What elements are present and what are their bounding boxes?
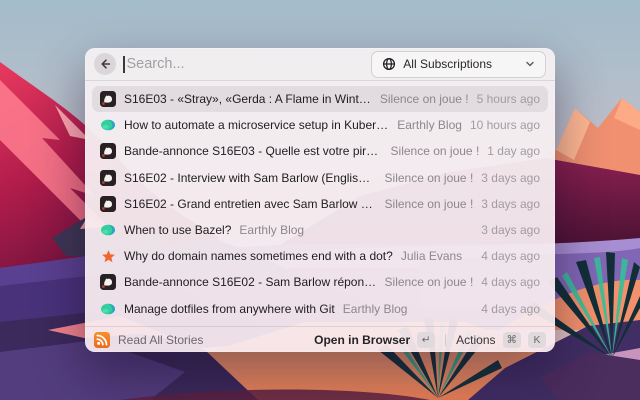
command-title: Read All Stories bbox=[118, 332, 204, 347]
rss-icon bbox=[94, 331, 110, 348]
earthly-favicon bbox=[100, 222, 116, 238]
subscriptions-dropdown[interactable]: All Subscriptions bbox=[371, 50, 546, 78]
story-list: S16E03 - «Stray», «Gerda : A Flame in Wi… bbox=[85, 81, 555, 326]
story-source: Earthly Blog bbox=[397, 118, 462, 133]
story-title: When to use Bazel? bbox=[124, 223, 232, 238]
footer-bar: Read All Stories Open in Browser ↵ Actio… bbox=[85, 326, 555, 352]
list-item[interactable]: S16E02 - Grand entretien avec Sam Barlow… bbox=[92, 191, 548, 217]
story-time: 5 hours ago bbox=[476, 92, 540, 107]
search-input[interactable] bbox=[124, 56, 372, 72]
story-title: Manage dotfiles from anywhere with Git bbox=[124, 301, 335, 316]
story-title: How to automate a microservice setup in … bbox=[124, 118, 390, 133]
story-source: Earthly Blog bbox=[239, 223, 305, 238]
star-icon bbox=[100, 248, 116, 264]
story-title: S16E02 - Grand entretien avec Sam Barlow… bbox=[124, 196, 377, 211]
back-button[interactable] bbox=[94, 53, 116, 75]
story-title: Bande-annonce S16E03 - Quelle est votre … bbox=[124, 144, 383, 159]
return-key-badge: ↵ bbox=[417, 331, 436, 348]
story-source: Silence on joue ! bbox=[390, 144, 480, 159]
open-in-browser-button[interactable]: Open in Browser ↵ bbox=[314, 331, 436, 348]
silence-on-joue-favicon bbox=[100, 169, 116, 186]
open-in-browser-label: Open in Browser bbox=[314, 332, 411, 347]
story-source: Silence on joue ! bbox=[384, 196, 474, 211]
silence-on-joue-favicon bbox=[100, 195, 116, 212]
earthly-favicon bbox=[100, 117, 116, 133]
story-title: Why do domain names sometimes end with a… bbox=[124, 249, 393, 264]
search-bar: All Subscriptions bbox=[85, 48, 555, 81]
silence-on-joue-favicon bbox=[100, 143, 116, 160]
rss-search-window: All Subscriptions S16E03 - «Stray», «Ger… bbox=[85, 48, 555, 352]
story-source: Silence on joue ! bbox=[379, 92, 469, 107]
k-key-badge: K bbox=[528, 331, 546, 348]
list-item[interactable]: Why do domain names sometimes end with a… bbox=[92, 243, 548, 269]
chevron-down-icon bbox=[526, 61, 534, 67]
list-item[interactable]: Bande-annonce S16E03 - Quelle est votre … bbox=[92, 138, 548, 164]
story-source: Julia Evans bbox=[400, 249, 463, 264]
story-title: Bande-annonce S16E02 - Sam Barlow répond… bbox=[124, 275, 377, 290]
story-time: 3 days ago bbox=[481, 223, 540, 238]
globe-icon bbox=[383, 57, 396, 71]
story-source: Silence on joue ! bbox=[384, 275, 474, 290]
silence-on-joue-favicon bbox=[100, 274, 116, 291]
story-time: 1 day ago bbox=[487, 144, 540, 159]
list-item[interactable]: How to automate a microservice setup in … bbox=[92, 112, 548, 138]
story-time: 3 days ago bbox=[481, 196, 540, 211]
story-source: Earthly Blog bbox=[342, 301, 408, 316]
list-item[interactable]: Bande-annonce S16E02 - Sam Barlow répond… bbox=[92, 269, 548, 295]
actions-button[interactable]: Actions ⌘ K bbox=[456, 331, 546, 348]
story-title: S16E03 - «Stray», «Gerda : A Flame in Wi… bbox=[124, 92, 372, 107]
command-identity: Read All Stories bbox=[94, 331, 204, 348]
story-time: 3 days ago bbox=[481, 170, 540, 185]
list-item[interactable]: S16E03 - «Stray», «Gerda : A Flame in Wi… bbox=[92, 86, 548, 113]
cmd-key-badge: ⌘ bbox=[502, 331, 521, 348]
list-item[interactable]: When to use Bazel? Earthly Blog 3 days a… bbox=[92, 217, 548, 243]
story-source: Silence on joue ! bbox=[384, 170, 474, 185]
story-time: 4 days ago bbox=[481, 249, 540, 264]
subscriptions-dropdown-label: All Subscriptions bbox=[403, 57, 492, 71]
arrow-left-icon bbox=[101, 59, 111, 69]
footer-divider bbox=[445, 333, 447, 346]
story-time: 4 days ago bbox=[481, 275, 540, 290]
earthly-favicon bbox=[100, 301, 116, 317]
story-title: S16E02 - Interview with Sam Barlow (Engl… bbox=[124, 170, 377, 185]
list-item[interactable]: Manage dotfiles from anywhere with Git E… bbox=[92, 296, 548, 322]
story-time: 10 hours ago bbox=[469, 118, 540, 133]
story-time: 4 days ago bbox=[481, 301, 540, 316]
list-item[interactable]: S16E02 - Interview with Sam Barlow (Engl… bbox=[92, 165, 548, 191]
actions-label: Actions bbox=[456, 332, 496, 347]
silence-on-joue-favicon bbox=[100, 91, 116, 108]
